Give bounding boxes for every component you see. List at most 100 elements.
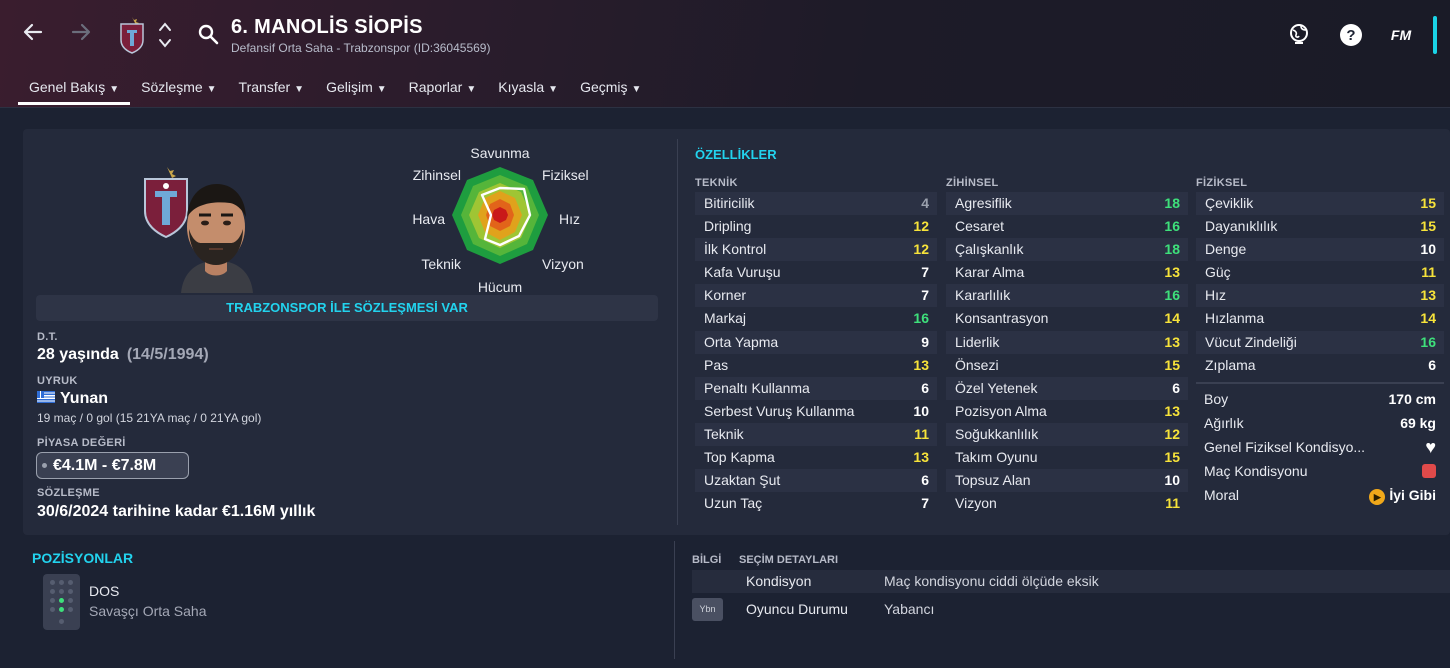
tab-label: Kıyasla	[498, 79, 545, 95]
help-icon[interactable]: ?	[1338, 22, 1364, 48]
player-photo	[143, 165, 263, 293]
attribute-row[interactable]: Konsantrasyon 14	[946, 307, 1188, 330]
position-role[interactable]: Savaşçı Orta Saha	[89, 603, 207, 619]
attribute-row[interactable]: Vizyon 11	[946, 492, 1188, 515]
info-heading: BİLGİ	[692, 554, 722, 566]
search-icon[interactable]	[196, 22, 220, 46]
tab-label: Sözleşme	[141, 79, 203, 95]
fm-logo[interactable]: FM	[1388, 22, 1414, 48]
attribute-row[interactable]: Soğukkanlılık 12	[946, 422, 1188, 447]
attribute-value: 7	[921, 264, 929, 281]
attribute-row[interactable]: Önsezi 15	[946, 354, 1188, 377]
attribute-value: 18	[1164, 195, 1180, 211]
attribute-row[interactable]: Serbest Vuruş Kullanma 10	[695, 400, 937, 423]
chevron-down-icon: ▼	[548, 84, 559, 95]
attribute-radar: Savunma Fiziksel Hız Vizyon Hücum Teknik…	[407, 143, 593, 299]
attribute-name: Kafa Vuruşu	[704, 264, 781, 281]
detail-row: Ybn Oyuncu Durumu Yabancı	[692, 598, 1450, 621]
height-row: Boy 170 cm	[1196, 387, 1444, 411]
tab-compare[interactable]: Kıyasla ▼	[487, 70, 569, 104]
attribute-row[interactable]: Pozisyon Alma 13	[946, 400, 1188, 423]
attribute-row[interactable]: Hız 13	[1196, 284, 1444, 308]
globe-icon[interactable]	[1286, 22, 1312, 48]
tab-development[interactable]: Gelişim ▼	[315, 70, 398, 104]
tab-label: Transfer	[238, 79, 291, 95]
attribute-name: Dripling	[704, 218, 752, 235]
tab-overview[interactable]: Genel Bakış ▼	[18, 70, 131, 105]
morale-row[interactable]: Moral ▶ İyi Gibi	[1196, 483, 1444, 507]
attribute-row[interactable]: Takım Oyunu 15	[946, 446, 1188, 469]
dob-label: D.T.	[37, 331, 58, 343]
attribute-row[interactable]: Dayanıklılık 15	[1196, 215, 1444, 238]
attribute-row[interactable]: Uzun Taç 7	[695, 492, 937, 515]
attribute-row[interactable]: Penaltı Kullanma 6	[695, 376, 937, 400]
attribute-row[interactable]: Top Kapma 13	[695, 446, 937, 469]
age-text: 28 yaşında	[37, 346, 119, 363]
attribute-row[interactable]: Denge 10	[1196, 238, 1444, 262]
chevron-down-icon: ▼	[631, 84, 642, 95]
attribute-row[interactable]: Çeviklik 15	[1196, 192, 1444, 216]
attribute-row[interactable]: Hızlanma 14	[1196, 307, 1444, 330]
attribute-row[interactable]: Markaj 16	[695, 307, 937, 330]
attribute-value: 13	[913, 449, 929, 466]
tab-history[interactable]: Geçmiş ▼	[569, 70, 652, 104]
attribute-row[interactable]: Karar Alma 13	[946, 261, 1188, 284]
player-subtitle: Defansif Orta Saha - Trabzonspor (ID:360…	[231, 41, 491, 55]
attribute-row[interactable]: Cesaret 16	[946, 215, 1188, 238]
attribute-row[interactable]: Zıplama 6	[1196, 354, 1444, 377]
technical-heading: TEKNİK	[695, 177, 738, 189]
attribute-row[interactable]: Kararlılık 16	[946, 284, 1188, 308]
international-caps: 19 maç / 0 gol (15 21YA maç / 0 21YA gol…	[37, 411, 262, 425]
attribute-name: Kararlılık	[955, 287, 1011, 304]
attribute-value: 9	[921, 333, 929, 350]
attribute-row[interactable]: Agresiflik 18	[946, 192, 1188, 216]
attribute-row[interactable]: Çalışkanlık 18	[946, 238, 1188, 262]
fitness-row[interactable]: Genel Fiziksel Kondisyo... ♥	[1196, 435, 1444, 459]
attribute-row[interactable]: Kafa Vuruşu 7	[695, 261, 937, 284]
tab-transfer[interactable]: Transfer ▼	[228, 70, 316, 104]
attribute-name: Teknik	[704, 425, 744, 442]
morale-icon: ▶	[1369, 489, 1386, 505]
attribute-row[interactable]: Teknik 11	[695, 422, 937, 447]
attribute-row[interactable]: Dripling 12	[695, 215, 937, 238]
attribute-name: Hız	[1205, 287, 1226, 304]
attribute-row[interactable]: Vücut Zindeliği 16	[1196, 330, 1444, 354]
contract-banner[interactable]: TRABZONSPOR İLE SÖZLEŞMESİ VAR	[36, 295, 658, 321]
attribute-row[interactable]: Orta Yapma 9	[695, 330, 937, 354]
attribute-row[interactable]: İlk Kontrol 12	[695, 238, 937, 262]
attribute-name: Topsuz Alan	[955, 472, 1031, 489]
chevron-down-icon: ▼	[376, 84, 387, 95]
attribute-value: 13	[1164, 264, 1180, 281]
back-arrow-icon[interactable]	[18, 20, 48, 50]
position-pitch-icon[interactable]	[43, 574, 80, 630]
attribute-value: 7	[921, 495, 929, 512]
attribute-value: 12	[913, 241, 929, 258]
attribute-value: 6	[921, 379, 929, 396]
club-badge-icon[interactable]	[118, 16, 146, 54]
tab-reports[interactable]: Raporlar ▼	[398, 70, 488, 104]
match-fitness-label: Maç Kondisyonu	[1204, 463, 1308, 479]
forward-arrow-icon[interactable]	[66, 20, 96, 50]
attribute-row[interactable]: Korner 7	[695, 284, 937, 308]
attribute-value: 15	[1164, 356, 1180, 373]
market-value[interactable]: €4.1M - €7.8M	[36, 452, 189, 479]
attribute-row[interactable]: Güç 11	[1196, 261, 1444, 284]
dob-value: (14/5/1994)	[126, 346, 209, 363]
chevron-down-icon: ▼	[294, 84, 305, 95]
contract-value: 30/6/2024 tarihine kadar €1.16M yıllık	[37, 503, 316, 520]
attribute-name: Bitiricilik	[704, 195, 755, 211]
attribute-row[interactable]: Bitiricilik 4	[695, 192, 937, 216]
attribute-row[interactable]: Özel Yetenek 6	[946, 376, 1188, 400]
up-down-icon[interactable]	[156, 20, 174, 52]
tab-contract[interactable]: Sözleşme ▼	[130, 70, 227, 104]
nationality-value[interactable]: Yunan	[37, 390, 108, 408]
physical-attributes: Çeviklik 15 Dayanıklılık 15 Denge 10 Güç 11 Hız 1…	[1196, 192, 1444, 377]
physical-heading: FİZİKSEL	[1196, 177, 1248, 189]
attribute-row[interactable]: Uzaktan Şut 6	[695, 469, 937, 493]
attribute-row[interactable]: Liderlik 13	[946, 330, 1188, 354]
nationality-label: UYRUK	[37, 375, 78, 387]
attribute-row[interactable]: Topsuz Alan 10	[946, 469, 1188, 493]
chevron-down-icon: ▼	[206, 84, 217, 95]
attribute-row[interactable]: Pas 13	[695, 354, 937, 377]
match-fitness-row[interactable]: Maç Kondisyonu	[1196, 459, 1444, 483]
